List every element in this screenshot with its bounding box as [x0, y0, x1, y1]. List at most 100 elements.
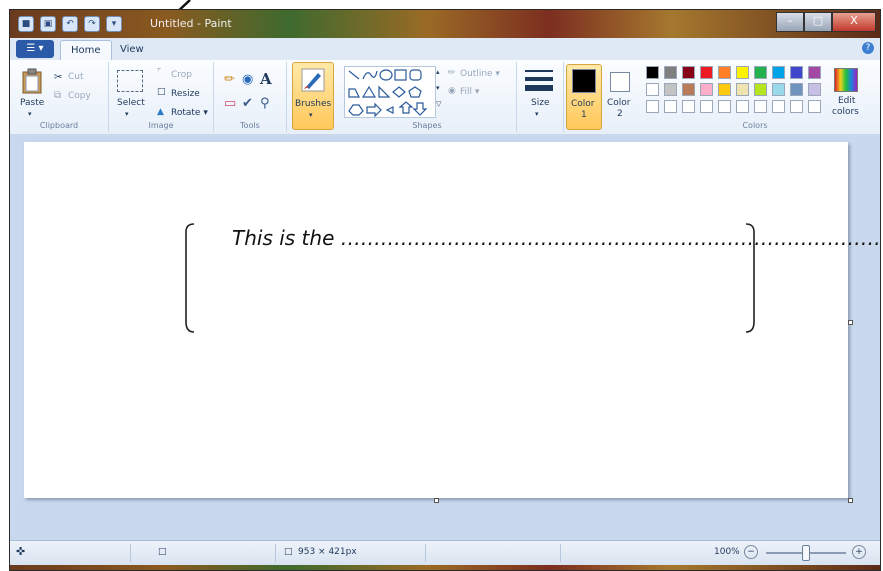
quick-access-toolbar: ■ ▣ ↶ ↷ ▾	[18, 16, 122, 32]
resize-handle-corner[interactable]	[848, 498, 853, 503]
color-swatch[interactable]	[718, 83, 731, 96]
color-swatch[interactable]	[700, 100, 713, 113]
paste-dropdown-icon[interactable]: ▾	[28, 110, 32, 118]
pencil-icon[interactable]: ✏	[224, 72, 235, 87]
maximize-button[interactable]: □	[804, 12, 832, 32]
color-swatch[interactable]	[808, 100, 821, 113]
color2-label: Color	[607, 98, 631, 108]
resize-button[interactable]: Resize	[171, 89, 200, 99]
undo-icon[interactable]: ↶	[62, 16, 78, 32]
rotate-icon: ▲	[157, 107, 164, 117]
color-swatch[interactable]	[700, 66, 713, 79]
save-icon[interactable]: ▣	[40, 16, 56, 32]
paste-icon[interactable]	[22, 68, 42, 94]
color-swatch[interactable]	[808, 66, 821, 79]
minimize-button[interactable]: –	[776, 12, 804, 32]
copy-button[interactable]: Copy	[68, 91, 91, 101]
shapes-label: Shapes	[412, 121, 442, 130]
color-swatch[interactable]	[664, 83, 677, 96]
color-swatch[interactable]	[772, 100, 785, 113]
eraser-icon[interactable]: ▭	[224, 96, 236, 111]
dropdown-icon[interactable]: ▾	[106, 16, 122, 32]
rotate-button[interactable]: Rotate ▾	[171, 108, 208, 118]
color-swatch[interactable]	[646, 100, 659, 113]
tab-view[interactable]: View	[110, 40, 154, 60]
resize-handle-bottom[interactable]	[434, 498, 439, 503]
color-swatch[interactable]	[790, 83, 803, 96]
color-select-group: Color 1 Color 2	[564, 62, 640, 132]
canvas-text: This is the ……………………………………………………………………………	[232, 226, 881, 250]
color-spectrum-icon	[834, 68, 858, 92]
brushes-button[interactable]: Brushes ▾	[292, 62, 334, 130]
text-tool-icon[interactable]: A	[260, 70, 272, 88]
paste-button[interactable]: Paste	[20, 98, 44, 108]
ribbon: Paste ▾ ✂ Cut ⧉ Copy Clipboard Select ▾ …	[10, 60, 880, 135]
color-swatch[interactable]	[772, 66, 785, 79]
zoom-out-button[interactable]: −	[744, 545, 758, 559]
color1-button[interactable]: Color 1	[566, 64, 602, 130]
zoom-slider-thumb[interactable]	[802, 545, 810, 561]
status-separator	[425, 544, 426, 562]
color-swatch[interactable]	[718, 100, 731, 113]
color2-button[interactable]: Color 2	[604, 64, 638, 128]
shape-gallery-icons	[348, 69, 428, 117]
color-swatch[interactable]	[736, 100, 749, 113]
fill-button[interactable]: Fill ▾	[460, 87, 479, 97]
color-swatch[interactable]	[790, 66, 803, 79]
canvas-dimensions: 953 × 421px	[298, 547, 357, 557]
magnifier-icon[interactable]: ⚲	[260, 96, 270, 111]
fill-bucket-icon[interactable]: ◉	[242, 72, 253, 87]
copy-icon: ⧉	[54, 90, 62, 101]
color-swatch[interactable]	[736, 83, 749, 96]
shapes-gallery[interactable]	[344, 66, 436, 118]
outline-button[interactable]: Outline ▾	[460, 69, 500, 79]
size-button[interactable]: Size ▾	[521, 66, 557, 128]
color-swatch[interactable]	[790, 100, 803, 113]
color-swatch[interactable]	[718, 66, 731, 79]
color-swatch[interactable]	[772, 83, 785, 96]
color-swatch[interactable]	[646, 83, 659, 96]
color-swatch[interactable]	[754, 100, 767, 113]
tab-home[interactable]: Home	[60, 40, 112, 61]
color-picker-icon[interactable]: ✔	[242, 96, 253, 111]
color-swatch[interactable]	[682, 66, 695, 79]
help-icon[interactable]: ?	[862, 42, 874, 54]
color-swatch[interactable]	[664, 100, 677, 113]
zoom-in-button[interactable]: +	[852, 545, 866, 559]
status-separator	[130, 544, 131, 562]
select-dropdown-icon[interactable]: ▾	[125, 110, 129, 118]
color-swatch[interactable]	[664, 66, 677, 79]
clipboard-label: Clipboard	[39, 121, 79, 130]
edit-colors-label-1: Edit	[838, 96, 856, 106]
file-menu-button[interactable]: ☰ ▾	[16, 40, 54, 58]
color-swatch[interactable]	[736, 66, 749, 79]
shapes-scroll-down-icon[interactable]: ▾	[436, 84, 440, 92]
status-separator	[560, 544, 561, 562]
color-swatch[interactable]	[682, 83, 695, 96]
crop-button[interactable]: Crop	[171, 70, 192, 80]
cut-button[interactable]: Cut	[68, 72, 84, 82]
color-swatch[interactable]	[754, 66, 767, 79]
paint-app-icon[interactable]: ■	[18, 16, 34, 32]
redo-icon[interactable]: ↷	[84, 16, 100, 32]
drawing-canvas[interactable]: This is the ……………………………………………………………………………	[24, 142, 880, 498]
color-swatch[interactable]	[808, 83, 821, 96]
color-swatch[interactable]	[646, 66, 659, 79]
shapes-scroll-up-icon[interactable]: ▴	[436, 68, 440, 76]
select-icon[interactable]	[117, 70, 143, 92]
color-swatch[interactable]	[754, 83, 767, 96]
select-button[interactable]: Select	[117, 98, 145, 108]
colors-group: Edit colors Colors	[640, 62, 870, 132]
shapes-more-icon[interactable]: ▽	[436, 100, 441, 108]
colors-label: Colors	[742, 121, 768, 130]
tools-group: ✏ ◉ A ▭ ✔ ⚲ Tools	[214, 62, 287, 132]
resize-handle-right[interactable]	[848, 320, 853, 325]
close-button[interactable]: X	[832, 12, 876, 32]
left-bracket	[185, 223, 195, 333]
edit-colors-button[interactable]: Edit colors	[828, 66, 862, 122]
image-group: Select ▾ ⌜ Crop □ Resize ▲ Rotate ▾ Imag…	[109, 62, 214, 132]
clipboard-group: Paste ▾ ✂ Cut ⧉ Copy Clipboard	[10, 62, 109, 132]
color-swatch[interactable]	[682, 100, 695, 113]
color-swatch[interactable]	[700, 83, 713, 96]
color1-swatch	[572, 69, 596, 93]
